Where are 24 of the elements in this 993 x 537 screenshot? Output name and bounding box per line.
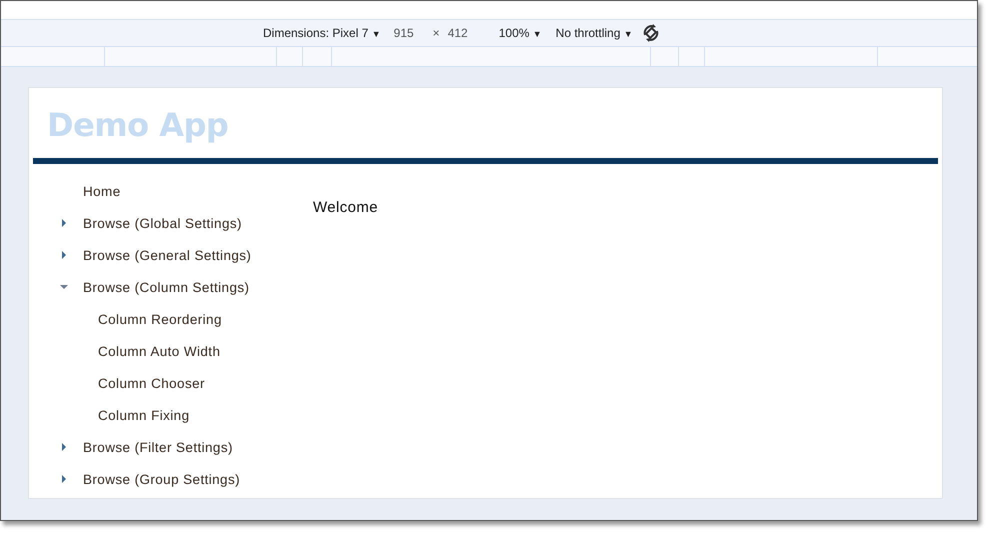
welcome-text: Welcome — [313, 199, 378, 217]
throttling-dropdown[interactable]: No throttling ▼ — [556, 26, 633, 40]
nav-subitem[interactable]: Column Reordering — [98, 312, 222, 326]
width-value[interactable]: 915 — [394, 26, 414, 40]
caret-right-icon[interactable] — [60, 475, 68, 483]
nav-item[interactable]: Browse (Group Settings) — [83, 472, 240, 486]
caret-down-icon[interactable] — [60, 283, 68, 291]
device-dropdown[interactable]: Dimensions: Pixel 7 ▼ — [263, 26, 381, 40]
height-value[interactable]: 412 — [448, 26, 468, 40]
nav-item[interactable]: Browse (General Settings) — [83, 248, 252, 262]
nav-item[interactable]: Browse (Global Settings) — [83, 216, 242, 230]
nav-item[interactable]: Home — [83, 184, 121, 198]
app-title: Demo App — [46, 105, 230, 146]
nav-subitem[interactable]: Column Fixing — [98, 408, 190, 422]
times-sign: × — [432, 26, 440, 40]
nav-subitem[interactable]: Column Chooser — [98, 376, 205, 390]
caret-right-icon[interactable] — [60, 219, 68, 227]
rotate-icon[interactable] — [640, 23, 661, 43]
nav-subitem[interactable]: Column Auto Width — [98, 344, 220, 358]
caret-right-icon[interactable] — [60, 443, 68, 451]
zoom-dropdown[interactable]: 100% ▼ — [498, 26, 542, 40]
nav-item[interactable]: Browse (Filter Settings) — [83, 440, 233, 454]
caret-right-icon[interactable] — [60, 251, 68, 259]
nav-item[interactable]: Browse (Column Settings) — [83, 280, 250, 294]
